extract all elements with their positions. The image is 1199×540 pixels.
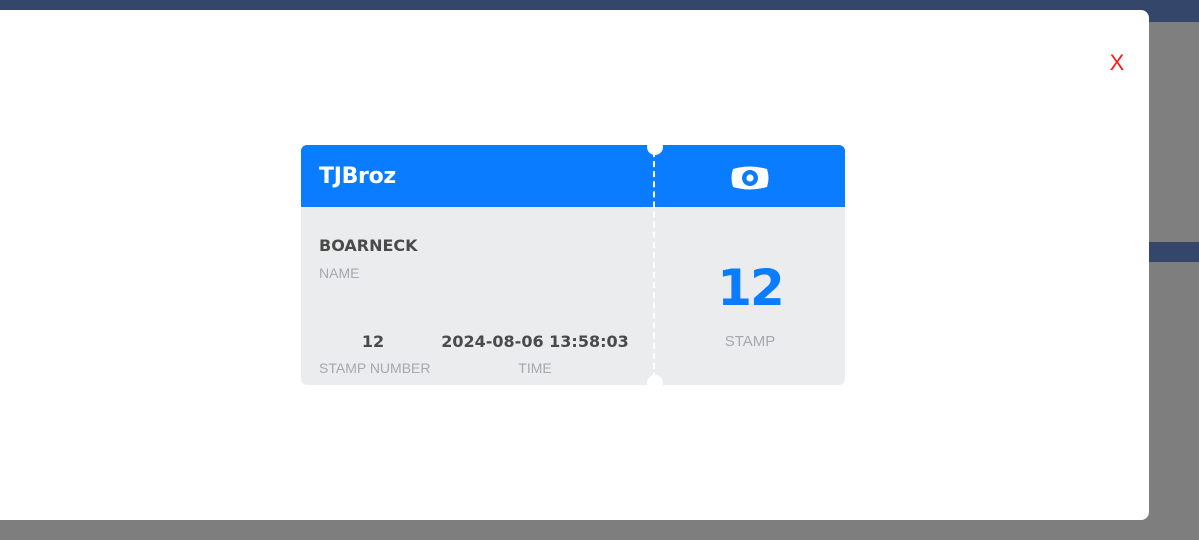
stamp-label: STAMP [724,333,776,350]
time-value: 2024-08-06 13:58:03 [441,332,629,351]
stamp-ticket: TJBroz BOARNECK NAME 12 STAMP NUMBER 202… [301,145,845,385]
stamp-number-value: 12 [361,332,385,351]
time-label: TIME [518,360,552,376]
eye-icon [731,166,769,190]
close-button[interactable]: X [1106,50,1128,76]
stamp-count: 12 [717,259,785,317]
ticket-header: TJBroz [301,145,845,207]
brand-title: TJBroz [319,164,396,189]
stamp-modal: X TJBroz BOARNECK NAME 12 STAMP NUMBER 2… [0,10,1149,520]
name-value: BOARNECK [319,236,418,255]
background-app-panel [1149,22,1199,242]
ticket-perforation [653,151,655,379]
ticket-notch-bottom [647,375,663,385]
stamp-number-label: STAMP NUMBER [319,360,431,376]
background-app-stripe [1149,242,1199,262]
name-label: NAME [319,265,360,281]
